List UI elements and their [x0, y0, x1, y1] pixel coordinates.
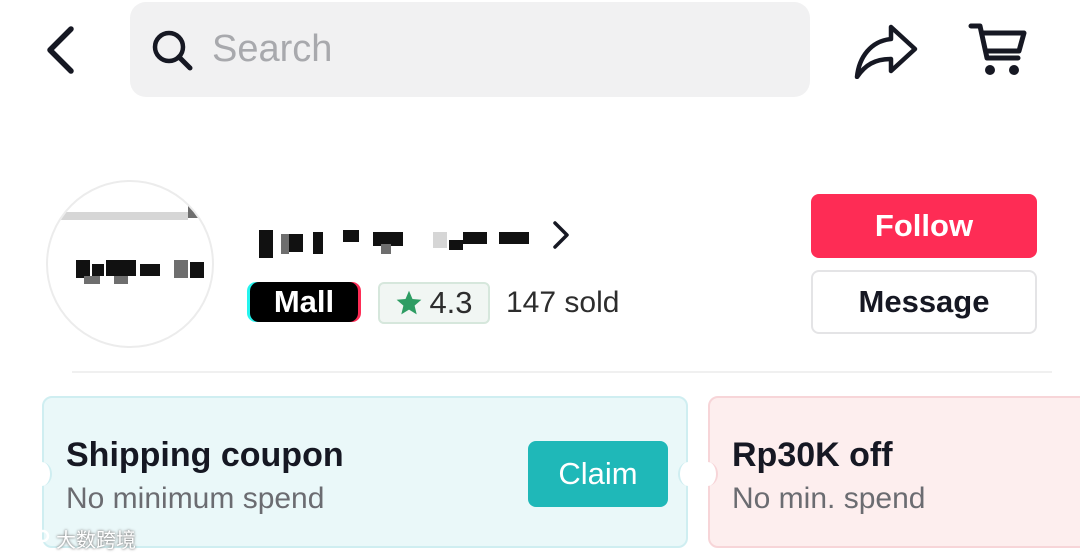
back-button[interactable] [30, 18, 90, 82]
share-arrow-icon [854, 24, 918, 79]
claim-button[interactable]: Claim [528, 441, 668, 507]
share-button[interactable] [852, 20, 920, 82]
follow-button[interactable]: Follow [811, 194, 1037, 258]
rating-badge: 4.3 [378, 282, 490, 324]
watermark-text: 大数跨境 [56, 529, 136, 552]
watermark-logo-icon [8, 528, 50, 548]
mall-badge: Mall [250, 282, 358, 322]
coupon-subtitle: No minimum spend [66, 482, 325, 515]
coupon-title: Shipping coupon [66, 436, 344, 474]
discount-coupon-card[interactable]: Rp30K off No min. spend [698, 396, 1080, 548]
coupon-title: Rp30K off [732, 436, 893, 474]
chevron-left-icon [47, 26, 74, 74]
mall-badge-label: Mall [273, 284, 335, 319]
shop-avatar[interactable] [46, 180, 214, 348]
divider [72, 371, 1052, 373]
cart-button[interactable] [964, 18, 1032, 82]
star-icon [397, 290, 422, 315]
cart-icon [968, 23, 1027, 75]
message-button[interactable]: Message [811, 270, 1037, 334]
chevron-right-icon[interactable] [548, 218, 574, 252]
shipping-coupon-card: Shipping coupon No minimum spend Claim [32, 396, 698, 548]
search-icon [150, 28, 194, 72]
search-input[interactable] [212, 28, 772, 71]
shop-name[interactable] [255, 222, 555, 258]
sold-count: 147 sold [506, 286, 620, 319]
watermark: 大数跨境 [8, 524, 136, 552]
coupon-subtitle: No min. spend [732, 482, 926, 515]
rating-value: 4.3 [429, 285, 473, 320]
search-bar[interactable] [130, 2, 810, 97]
